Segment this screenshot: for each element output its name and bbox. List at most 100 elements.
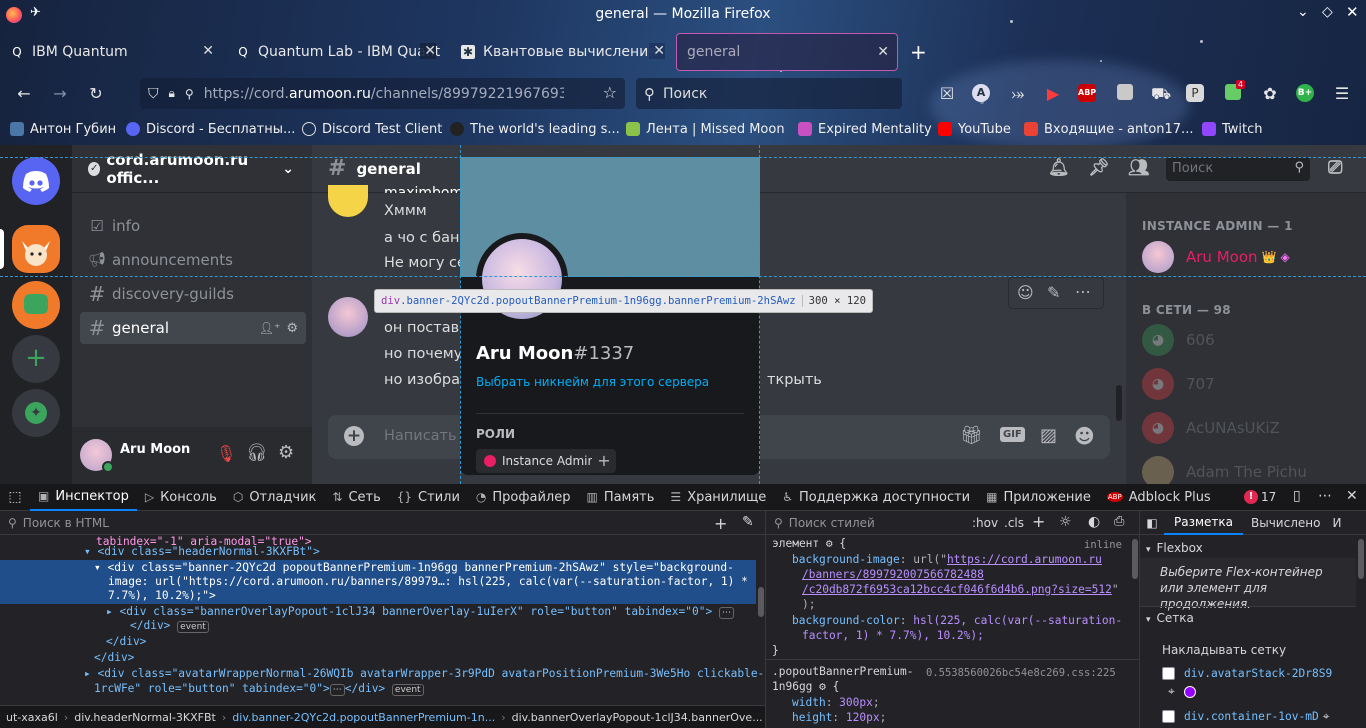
html-search-input[interactable]: ⚲ Поиск в HTML + ✎ (0, 511, 765, 535)
bell-icon[interactable]: 🔔︎ (1048, 158, 1070, 178)
members-icon[interactable]: 👥︎ (1128, 158, 1150, 178)
emoji-icon[interactable]: ☻ (1074, 424, 1095, 448)
dock-icon[interactable]: ▯ (1293, 488, 1301, 504)
html-line[interactable]: </div> event (130, 619, 209, 633)
header-search-input[interactable]: Поиск ⚲ (1166, 157, 1310, 181)
ext-p-icon[interactable]: P (1186, 84, 1204, 102)
tab-inspector[interactable]: ▣ Инспектор (30, 484, 137, 511)
css-url[interactable]: /c20db872f6953ca12bcc4cf046f6d4b6.png?si… (802, 583, 1112, 596)
permissions-icon[interactable]: ⚲ (185, 87, 194, 101)
bookmark-item[interactable]: Expired Mentality (798, 120, 932, 138)
event-badge[interactable]: event (177, 621, 209, 633)
bookmark-item[interactable]: YouTube (938, 120, 1011, 138)
avatar[interactable] (328, 185, 368, 217)
message-author[interactable]: maximbom (384, 185, 460, 193)
avatar[interactable] (328, 297, 368, 337)
adblock-icon[interactable]: ABP (1078, 84, 1096, 102)
server-arumoon-icon[interactable] (12, 225, 60, 273)
add-role-button[interactable]: + (592, 449, 616, 473)
bookmark-item[interactable]: Twitch (1202, 120, 1263, 138)
styles-search-input[interactable]: ⚲ Поиск стилей :hov .cls + ☼ ◐ ⎙ (766, 511, 1139, 535)
bookmark-item[interactable]: Discord - Бесплатны... (126, 120, 295, 138)
more-icon[interactable]: ⋯ (1075, 282, 1091, 301)
flexbox-header[interactable]: ▾ Flexbox (1146, 541, 1203, 555)
css-url[interactable]: https://cord.arumoon.ru (947, 553, 1102, 566)
channel-general[interactable]: # general 👤︎⁺ ⚙ (80, 312, 306, 344)
add-reaction-icon[interactable]: ☺ (1017, 283, 1034, 302)
checkbox[interactable] (1162, 710, 1175, 723)
css-declaration[interactable]: background-color: hsl(225, calc(var(--sa… (792, 614, 1122, 627)
html-line[interactable]: </div> (106, 635, 146, 648)
bookmark-item[interactable]: Входящие - anton17... (1024, 120, 1193, 138)
tab-application[interactable]: ▦ Приложение (978, 484, 1099, 511)
tab-more[interactable]: И (1328, 516, 1345, 530)
inbox-icon[interactable]: ⎚ (1328, 157, 1342, 178)
edit-icon[interactable]: ✎ (1047, 283, 1060, 302)
html-line[interactable]: ▾ <div class="banner-2QYc2d popoutBanner… (94, 561, 734, 574)
member-item[interactable]: ◕ 707 (1142, 364, 1362, 404)
markup-scrollbar[interactable] (758, 587, 764, 617)
role-pill[interactable]: Instance Admin (476, 449, 604, 473)
tab-quantum-lab[interactable]: Q Quantum Lab - IBM Quant ✕ (226, 33, 444, 71)
tab-quantum-computing[interactable]: ✱ Квантовые вычисления ✕ (451, 33, 673, 71)
new-tab-icon[interactable]: + (910, 40, 927, 64)
tab-layout[interactable]: Разметка (1164, 511, 1243, 535)
eyedropper-icon[interactable]: ✎ (742, 514, 754, 530)
back-icon[interactable]: ← (14, 84, 34, 104)
pin-icon[interactable]: 📌︎ (1088, 158, 1110, 178)
sticker-icon[interactable]: ▨ (1040, 425, 1057, 446)
settings-gear-icon[interactable]: ⚙ (278, 442, 294, 463)
tab-debugger[interactable]: ⬡ Отладчик (225, 484, 325, 511)
checkbox[interactable] (1162, 667, 1175, 680)
close-tab-icon[interactable]: ✕ (420, 43, 436, 59)
html-line[interactable]: ▸ <div class="avatarWrapperNormal-26WQIb… (84, 667, 764, 680)
close-tab-icon[interactable]: ✕ (877, 44, 889, 60)
gift-icon[interactable]: 🎁︎ (960, 425, 983, 446)
upload-plus-icon[interactable]: + (344, 426, 364, 446)
html-line[interactable]: ▸ <div class="bannerOverlayPopout-1clJ34… (106, 605, 734, 619)
css-rule-source[interactable]: 0.5538560026bc54e8c269.css:225 (926, 667, 1116, 679)
breadcrumb-item[interactable]: div.bannerOverlayPopout-1clJ34.bannerOve… (506, 711, 765, 724)
extension-arrow-icon[interactable]: ⤖ (1008, 84, 1028, 104)
print-icon[interactable]: ⎙ (1114, 514, 1124, 529)
member-item[interactable]: ◕ AcUNAsUKiZ (1142, 408, 1362, 448)
error-icon[interactable]: ! (1244, 490, 1258, 504)
shield-icon[interactable]: ⛉ (148, 86, 159, 102)
breadcrumb-item[interactable]: div.headerNormal-3KXFBt (68, 711, 222, 724)
minimize-icon[interactable]: ⌄ (1297, 4, 1309, 20)
forward-icon[interactable]: → (50, 84, 70, 104)
bookmark-item[interactable]: Discord Test Client (302, 120, 442, 138)
bookmark-star-icon[interactable]: ☆ (603, 83, 617, 102)
rules-scrollbar[interactable] (1132, 539, 1138, 579)
reload-icon[interactable]: ↻ (86, 84, 106, 104)
server-green-icon[interactable] (12, 281, 60, 329)
pocket-icon[interactable]: ☒ (937, 84, 957, 104)
maximize-icon[interactable]: ◇ (1322, 4, 1333, 20)
member-item[interactable]: Adam The Pichu (1142, 452, 1362, 484)
tab-profiler[interactable]: ◔ Профайлер (468, 484, 579, 511)
sidebar-toggle-icon[interactable]: ◧ (1140, 516, 1164, 530)
channel-announcements[interactable]: 📢︎ announcements (80, 244, 306, 276)
headphones-icon[interactable]: 🎧︎ (246, 443, 268, 463)
ext-car-icon[interactable]: ⛟ (1151, 84, 1171, 104)
css-declaration[interactable]: width: 300px; (792, 696, 880, 709)
gif-icon[interactable]: GIF (1000, 427, 1025, 442)
user-panel-name[interactable]: Aru Moon (120, 442, 190, 457)
member-item[interactable]: ◕ 606 (1142, 320, 1362, 360)
breadcrumb-item[interactable]: ut-xaxa6l (0, 711, 64, 724)
element-picker-icon[interactable]: ⬚ (0, 489, 30, 505)
ext-b-icon[interactable]: B+ (1296, 84, 1314, 102)
css-declaration[interactable]: background-image: url("https://cord.arum… (792, 553, 1102, 566)
url-text[interactable]: https://cord.arumoon.ru/channels/8997922… (204, 86, 564, 102)
invite-icon[interactable]: 👤︎⁺ (259, 321, 281, 335)
more-options-icon[interactable]: ⋯ (1318, 488, 1332, 504)
close-window-icon[interactable]: ✕ (1346, 3, 1359, 21)
youtube-ext-icon[interactable]: ▶ (1043, 84, 1063, 104)
tab-memory[interactable]: ▥ Память (578, 484, 662, 511)
server-header[interactable]: ✓ cord.arumoon.ru offic... ⌄ (72, 145, 312, 193)
bookmark-item[interactable]: Лента | Missed Moon (626, 120, 785, 138)
target-icon[interactable]: ⌖ (1168, 684, 1175, 699)
css-declaration[interactable]: height: 120px; (792, 711, 886, 724)
add-node-icon[interactable]: + (714, 514, 727, 533)
html-line[interactable]: tabindex="-1" aria-modal="true"> (96, 535, 312, 545)
